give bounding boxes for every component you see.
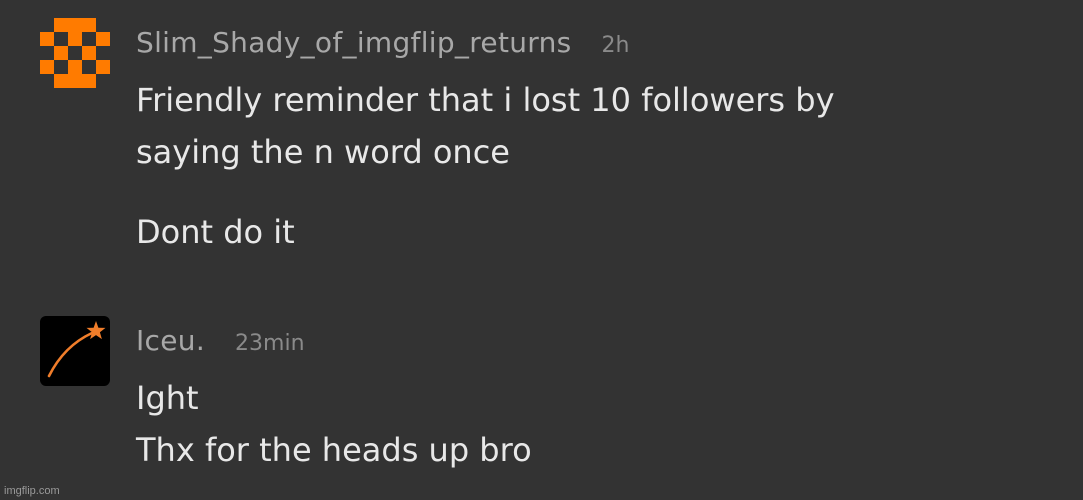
username[interactable]: Iceu. [136, 324, 205, 357]
timestamp: 23min [235, 331, 305, 356]
comment-body: Slim_Shady_of_imgflip_returns 2h Friendl… [136, 26, 1063, 258]
comment-meta: Slim_Shady_of_imgflip_returns 2h [136, 26, 1063, 66]
comment-text: Ight Thx for the heads up bro [136, 372, 1063, 476]
comment-text: Friendly reminder that i lost 10 followe… [136, 74, 1063, 258]
timestamp: 2h [601, 33, 630, 58]
comment-body: Iceu. 23min Ight Thx for the heads up br… [136, 324, 1063, 476]
comment-line: saying the n word once [136, 133, 510, 171]
comment-line: Ight [136, 379, 199, 417]
user-avatar[interactable] [40, 316, 110, 386]
comment-line: Friendly reminder that i lost 10 followe… [136, 81, 835, 119]
shooting-star-icon [40, 316, 110, 386]
watermark: imgflip.com [4, 485, 60, 497]
comment-line: Dont do it [136, 213, 295, 251]
orange-pixel-checker-icon [40, 18, 110, 88]
comment-line: Thx for the heads up bro [136, 431, 532, 469]
username[interactable]: Slim_Shady_of_imgflip_returns [136, 26, 572, 59]
user-avatar[interactable] [40, 18, 110, 88]
comment-meta: Iceu. 23min [136, 324, 1063, 364]
